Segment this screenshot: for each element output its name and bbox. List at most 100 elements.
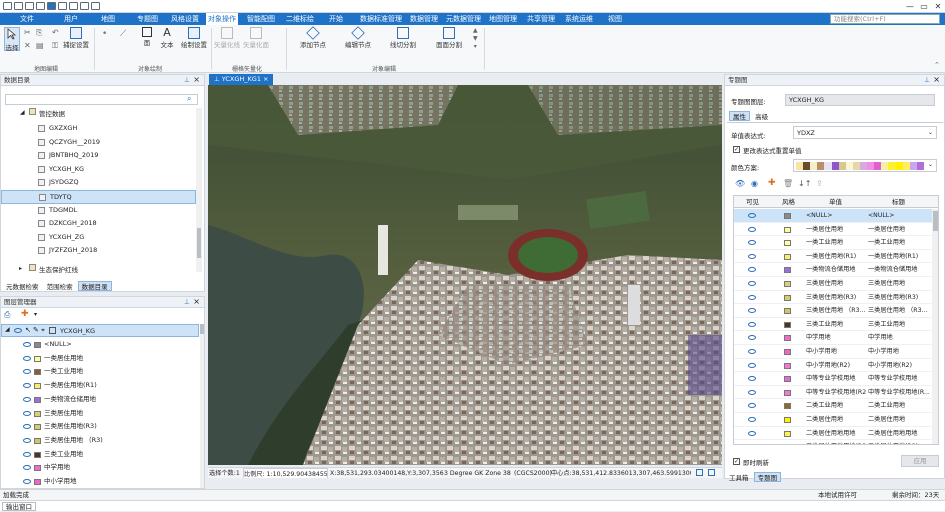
undo-icon[interactable] [58, 2, 67, 10]
expand-arrow-icon[interactable]: ▸ [19, 265, 22, 272]
visible-eye-icon[interactable] [23, 437, 31, 443]
undo-ribbon-icon[interactable]: ↶ [52, 28, 59, 37]
menu-share[interactable]: 共享管理 [525, 13, 557, 25]
layer-item[interactable]: 三类居住用地(R3) [1, 420, 199, 434]
visible-eye-icon[interactable] [748, 213, 756, 218]
menu-start[interactable]: 开始 [327, 13, 345, 25]
cell-label[interactable]: 二类居住用地用地 [868, 427, 932, 441]
cell-label[interactable]: 二类工业用地 [868, 399, 932, 413]
cell-label[interactable]: 中等专业学校用地 [868, 372, 932, 386]
visible-eye-icon[interactable] [23, 424, 31, 430]
cell-value[interactable]: 三类居住用地 （R3... [806, 304, 866, 318]
visible-eye-icon[interactable] [23, 410, 31, 416]
tab-toolbox[interactable]: 工具箱 [726, 473, 752, 483]
map-document-tab[interactable]: ⊥ YCXGH_KG1 × [209, 74, 274, 85]
layer-item[interactable]: 一类工业用地 [1, 365, 199, 379]
cell-value[interactable]: 中小学用地 [806, 345, 866, 359]
cell-label[interactable]: 中小学用地 [868, 345, 932, 359]
cell-value[interactable]: 二类工业用地 [806, 399, 866, 413]
layer-toolbar-icon[interactable]: ⎙ [4, 310, 10, 320]
col-value[interactable]: 单值 [829, 196, 842, 208]
cell-value[interactable]: 中学用地 [806, 331, 866, 345]
close-tab-icon[interactable]: × [263, 75, 268, 83]
lock-icon[interactable]: ⚿ [52, 41, 58, 51]
table-row[interactable]: 三类居住用地(R3) 三类居住用地(R3) [734, 291, 932, 305]
new-icon[interactable] [14, 2, 23, 10]
catalog-item[interactable]: QCZYGH__2019 [1, 136, 196, 150]
pin-icon[interactable]: ⊥ [924, 76, 930, 84]
style-swatch[interactable] [784, 335, 791, 342]
style-swatch[interactable] [784, 308, 791, 315]
visible-eye-icon[interactable] [748, 362, 756, 368]
cell-label[interactable]: 一类工业用地 [868, 236, 932, 250]
table-row[interactable]: 中学用地 中学用地 [734, 331, 932, 345]
menu-thematic[interactable]: 专题图 [135, 13, 160, 25]
cell-value[interactable]: 一类工业用地 [806, 236, 866, 250]
visible-eye-icon[interactable] [748, 226, 756, 232]
close-panel-icon[interactable]: × [193, 297, 200, 306]
style-swatch[interactable] [784, 430, 791, 437]
menu-ops[interactable]: 系统运维 [563, 13, 595, 25]
cell-value[interactable]: 一类物流仓储用地 [806, 263, 866, 277]
style-swatch[interactable] [784, 376, 791, 383]
add-node-button[interactable]: 添加节点 [298, 26, 328, 49]
visible-eye-icon[interactable] [23, 342, 31, 347]
visible-eye-icon[interactable] [748, 430, 756, 436]
map-viewport[interactable] [208, 85, 722, 465]
style-swatch[interactable] [784, 294, 791, 301]
layer-item[interactable]: 一类物流仓储用地 [1, 393, 199, 407]
face-button[interactable]: 面 [140, 27, 154, 47]
col-style[interactable]: 风格 [782, 196, 795, 208]
visible-eye-icon[interactable] [748, 417, 756, 422]
vectorize-line-button[interactable]: 矢量化线 [214, 27, 240, 49]
catalog-item[interactable]: YCXGH_KG [1, 163, 196, 177]
tab-metadata-search[interactable]: 元数据检索 [3, 282, 42, 292]
visible-eye-icon[interactable] [23, 355, 31, 361]
cell-value[interactable]: 三类居住用地 [806, 277, 866, 291]
layer-item[interactable]: 三类居住用地 [1, 407, 199, 421]
cell-label[interactable]: 二类居住用地(R2) [868, 440, 932, 444]
live-refresh-checkbox[interactable]: ✓ [733, 458, 740, 465]
cell-value[interactable]: 三类工业用地 [806, 318, 866, 332]
table-row[interactable]: 三类工业用地 三类工业用地 [734, 318, 932, 332]
menu-file[interactable]: 文件 [18, 13, 36, 25]
style-swatch[interactable] [784, 389, 791, 396]
visible-eye-icon[interactable] [748, 281, 756, 286]
apply-button[interactable]: 应用 [901, 455, 939, 467]
menu-map-mgmt[interactable]: 地图管理 [487, 13, 519, 25]
restore-button[interactable]: ▭ [917, 0, 931, 13]
close-panel-icon[interactable]: × [933, 75, 940, 84]
cell-label[interactable]: 中等专业学校用地(R... [868, 386, 932, 400]
dropdown-icon[interactable]: ▾ [34, 311, 37, 318]
cell-label[interactable]: <NULL> [868, 209, 932, 223]
delete-item-icon[interactable]: 🗑 [783, 179, 793, 188]
layer-row-selected[interactable]: ◢ ↖ ✎ ⌖ YCXGH_KG [1, 324, 199, 337]
text-button[interactable]: A 文本 [160, 27, 174, 50]
table-row[interactable]: 三类居住用地 三类居住用地 [734, 277, 932, 291]
pin-icon[interactable]: ⊥ [214, 75, 222, 83]
visible-eye-icon[interactable] [23, 479, 31, 484]
ribbon-collapse-icon[interactable]: ⌃ [934, 61, 940, 69]
visible-toggle-icon[interactable]: 👁 [735, 179, 745, 188]
style-swatch[interactable] [784, 267, 791, 274]
tab-advanced[interactable]: 高级 [752, 112, 771, 122]
col-visible[interactable]: 可见 [746, 196, 759, 208]
visible-eye-icon[interactable] [748, 376, 756, 382]
capture-settings-button[interactable]: 捕捉设置 [62, 27, 90, 49]
layer-item[interactable]: 三类居住用地 （R3) [1, 434, 199, 448]
catalog-item[interactable]: JSYDGZQ [1, 176, 196, 190]
style-swatch[interactable] [784, 349, 791, 355]
menu-metadata[interactable]: 元数据管理 [444, 13, 483, 25]
visible-eye-icon[interactable] [748, 321, 756, 327]
style-swatch[interactable] [784, 403, 791, 410]
cell-label[interactable]: 中学用地 [868, 331, 932, 345]
menu-user[interactable]: 用户 [62, 13, 80, 25]
style-swatch[interactable] [784, 226, 791, 233]
pointer-icon[interactable] [47, 2, 56, 10]
open-icon[interactable] [25, 2, 34, 10]
cell-label[interactable]: 三类居住用地(R3) [868, 291, 932, 305]
cell-label[interactable]: 三类居住用地 [868, 277, 932, 291]
tab-range-search[interactable]: 范围检索 [44, 282, 76, 292]
table-row[interactable]: <NULL> <NULL> [734, 209, 932, 223]
layout-icon[interactable] [91, 2, 100, 10]
